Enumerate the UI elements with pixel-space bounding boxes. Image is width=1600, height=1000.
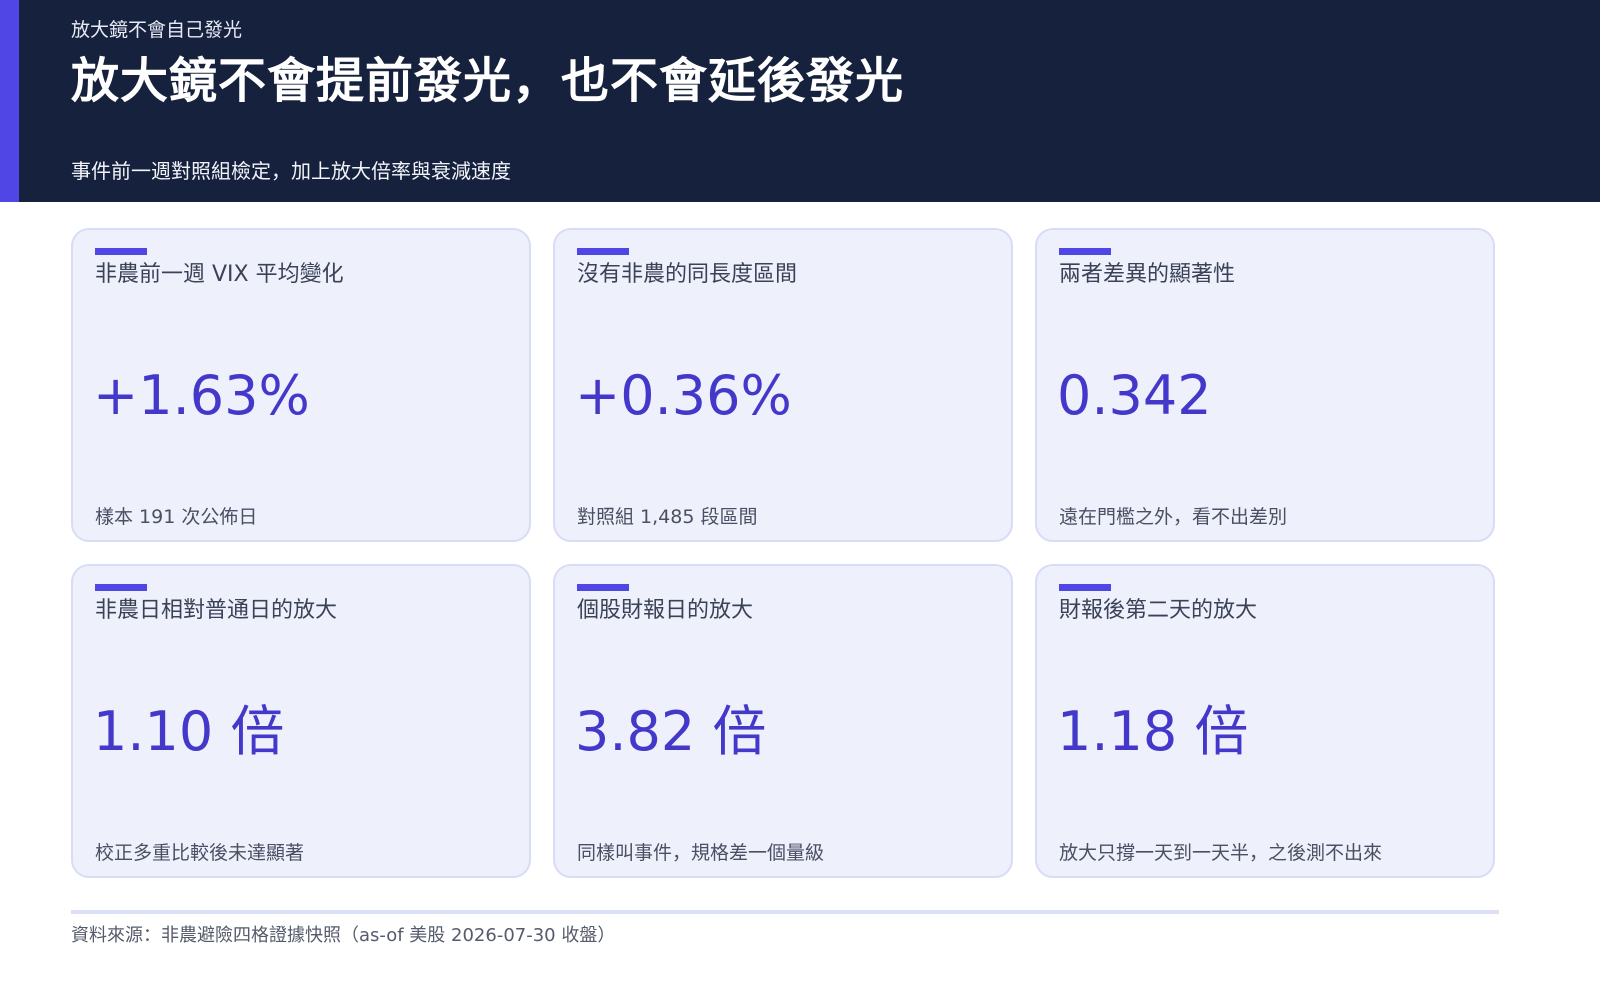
stat-card-value: 0.342 <box>1057 364 1212 427</box>
stat-card-value: 1.18 倍 <box>1057 700 1249 763</box>
stat-card-post-earnings-amplification: 財報後第二天的放大 1.18 倍 放大只撐一天到一天半，之後測不出來 <box>1035 564 1495 878</box>
stat-card-earnings-day-amplification: 個股財報日的放大 3.82 倍 同樣叫事件，規格差一個量級 <box>553 564 1013 878</box>
source-note: 資料來源：非農避險四格證據快照（as-of 美股 2026-07-30 收盤） <box>71 925 616 946</box>
stat-card-label: 財報後第二天的放大 <box>1059 598 1258 623</box>
page-subtitle: 事件前一週對照組檢定，加上放大倍率與衰減速度 <box>71 159 511 183</box>
footer-divider <box>71 910 1499 914</box>
stat-card-nfp-week-vix: 非農前一週 VIX 平均變化 +1.63% 樣本 191 次公佈日 <box>71 228 531 542</box>
stat-card-label: 沒有非農的同長度區間 <box>577 262 798 287</box>
stat-card-note: 樣本 191 次公佈日 <box>95 506 258 528</box>
stat-card-note: 對照組 1,485 段區間 <box>577 506 758 528</box>
stat-card-control-window: 沒有非農的同長度區間 +0.36% 對照組 1,485 段區間 <box>553 228 1013 542</box>
stat-card-label: 非農前一週 VIX 平均變化 <box>95 262 344 287</box>
card-accent-bar <box>1059 584 1111 591</box>
card-accent-bar <box>577 584 629 591</box>
stat-card-value: +0.36% <box>575 364 792 427</box>
card-accent-bar <box>95 248 147 255</box>
header-accent-bar <box>0 0 19 202</box>
card-accent-bar <box>577 248 629 255</box>
page-title: 放大鏡不會提前發光，也不會延後發光 <box>71 53 905 109</box>
header-banner: 放大鏡不會自己發光 放大鏡不會提前發光，也不會延後發光 事件前一週對照組檢定，加… <box>0 0 1600 202</box>
stat-card-note: 放大只撐一天到一天半，之後測不出來 <box>1059 842 1383 864</box>
stat-card-note: 遠在門檻之外，看不出差別 <box>1059 506 1288 528</box>
stat-card-nfp-day-amplification: 非農日相對普通日的放大 1.10 倍 校正多重比較後未達顯著 <box>71 564 531 878</box>
stat-card-label: 個股財報日的放大 <box>577 598 754 623</box>
stat-card-label: 非農日相對普通日的放大 <box>95 598 338 623</box>
stat-card-significance: 兩者差異的顯著性 0.342 遠在門檻之外，看不出差別 <box>1035 228 1495 542</box>
card-accent-bar <box>95 584 147 591</box>
card-accent-bar <box>1059 248 1111 255</box>
page-kicker: 放大鏡不會自己發光 <box>71 19 243 41</box>
stat-card-note: 校正多重比較後未達顯著 <box>95 842 305 864</box>
stat-card-value: 1.10 倍 <box>93 700 285 763</box>
stat-card-note: 同樣叫事件，規格差一個量級 <box>577 842 825 864</box>
stat-card-label: 兩者差異的顯著性 <box>1059 262 1236 287</box>
stat-card-value: 3.82 倍 <box>575 700 767 763</box>
stat-card-value: +1.63% <box>93 364 310 427</box>
